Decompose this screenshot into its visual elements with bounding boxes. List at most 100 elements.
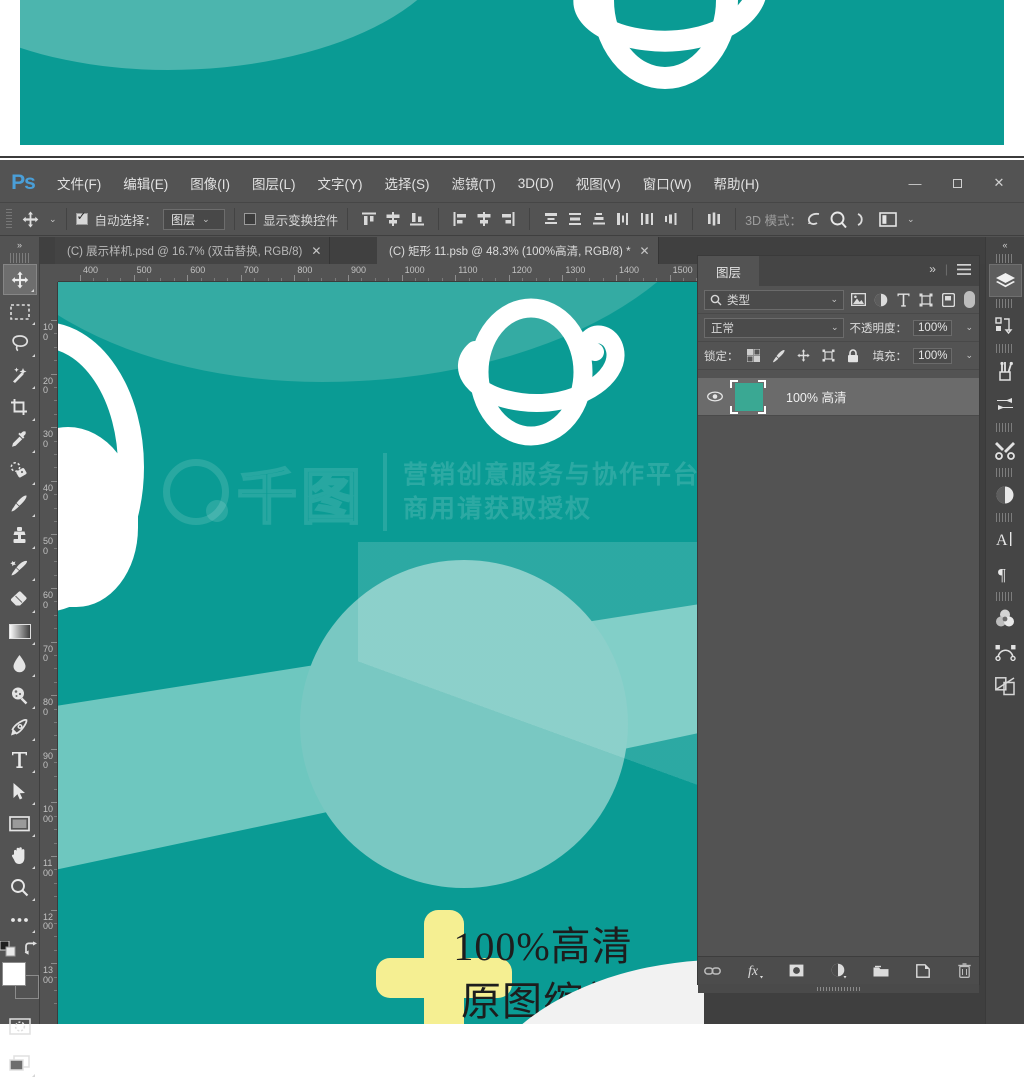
- menu-image[interactable]: 图像(I): [179, 169, 241, 197]
- crop-tool[interactable]: [3, 392, 37, 423]
- history-panel-icon[interactable]: [989, 309, 1022, 342]
- menu-select[interactable]: 选择(S): [374, 169, 441, 197]
- show-transform-controls-checkbox[interactable]: [244, 213, 257, 225]
- dock-grip[interactable]: [996, 423, 1014, 432]
- lock-artboard-nesting-icon[interactable]: [819, 346, 838, 365]
- type-tool[interactable]: [3, 744, 37, 775]
- layer-visibility-eye-icon[interactable]: [702, 391, 728, 402]
- quick-selection-tool[interactable]: [3, 360, 37, 391]
- brushes-panel-icon[interactable]: [989, 354, 1022, 387]
- minimize-button[interactable]: —: [894, 170, 936, 196]
- arrange-documents-icon[interactable]: [876, 207, 900, 231]
- menu-type[interactable]: 文字(Y): [307, 169, 374, 197]
- default-colors-icon[interactable]: [0, 941, 16, 957]
- menu-help[interactable]: 帮助(H): [702, 169, 770, 197]
- dodge-tool[interactable]: [3, 680, 37, 711]
- lock-all-icon[interactable]: [844, 346, 863, 365]
- close-button[interactable]: ✕: [978, 170, 1020, 196]
- brush-tool[interactable]: [3, 488, 37, 519]
- menu-window[interactable]: 窗口(W): [632, 169, 703, 197]
- layer-row[interactable]: 100% 高清: [698, 378, 979, 416]
- move-tool[interactable]: [2, 264, 37, 295]
- move-tool-icon[interactable]: [18, 207, 42, 231]
- layer-thumbnail[interactable]: [730, 379, 772, 414]
- history-brush-tool[interactable]: [3, 552, 37, 583]
- dock-collapse-button[interactable]: «: [986, 237, 1024, 252]
- toolbar-grip[interactable]: [10, 253, 29, 263]
- zoom-tool[interactable]: [3, 872, 37, 903]
- ruler-corner[interactable]: [40, 264, 58, 282]
- auto-align-layers-icon[interactable]: [702, 207, 726, 231]
- foreground-color-swatch[interactable]: [1, 962, 26, 986]
- layer-filter-kind-dropdown[interactable]: 类型 ⌄: [704, 289, 844, 310]
- new-group-icon[interactable]: [871, 961, 891, 981]
- dock-grip[interactable]: [996, 299, 1014, 308]
- blur-tool[interactable]: [3, 648, 37, 679]
- opacity-chevron-down-icon[interactable]: ⌄: [965, 322, 973, 333]
- close-icon[interactable]: ✕: [640, 244, 650, 258]
- align-vertical-centers-icon[interactable]: [381, 207, 405, 231]
- lasso-tool[interactable]: [3, 328, 37, 359]
- new-adjustment-layer-icon[interactable]: [829, 961, 849, 981]
- horizontal-ruler[interactable]: 400 500 600 700 800 900 1000 1100 1200 1300 1400 15…: [58, 264, 704, 282]
- delete-layer-icon[interactable]: [955, 961, 975, 981]
- blend-mode-dropdown[interactable]: 正常 ⌄: [704, 317, 844, 338]
- menu-edit[interactable]: 编辑(E): [112, 169, 179, 197]
- swap-colors-icon[interactable]: [24, 941, 40, 957]
- spot-healing-brush-tool[interactable]: [3, 456, 37, 487]
- pan-3d-icon[interactable]: [850, 207, 874, 231]
- orbit-3d-icon[interactable]: [802, 207, 826, 231]
- distribute-bottom-edges-icon[interactable]: [587, 207, 611, 231]
- distribute-vertical-centers-icon[interactable]: [563, 207, 587, 231]
- adjustments-panel-icon[interactable]: [989, 478, 1022, 511]
- pixel-layer-filter-icon[interactable]: [850, 290, 867, 310]
- distribute-right-edges-icon[interactable]: [659, 207, 683, 231]
- quick-mask-mode-button[interactable]: [3, 1011, 37, 1042]
- dock-grip[interactable]: [996, 513, 1014, 522]
- toolbar-collapse-button[interactable]: »: [0, 237, 39, 253]
- align-left-edges-icon[interactable]: [448, 207, 472, 231]
- layers-panel-resize-grip[interactable]: [698, 984, 979, 993]
- align-top-edges-icon[interactable]: [357, 207, 381, 231]
- document-tab-2[interactable]: (C) 矩形 11.psb @ 48.3% (100%高清, RGB/8) * …: [377, 237, 659, 264]
- add-layer-mask-icon[interactable]: [787, 961, 807, 981]
- document-tab-1[interactable]: (C) 展示样机.psd @ 16.7% (双击替换, RGB/8) ✕: [55, 237, 331, 264]
- tool-preset-caret[interactable]: ⌄: [49, 214, 57, 225]
- align-horizontal-centers-icon[interactable]: [472, 207, 496, 231]
- color-swatches[interactable]: [1, 961, 39, 1003]
- character-panel-icon[interactable]: A: [989, 523, 1022, 556]
- auto-select-checkbox[interactable]: [75, 209, 88, 225]
- smart-object-filter-icon[interactable]: [941, 290, 958, 310]
- auto-select-target-dropdown[interactable]: 图层 ⌄: [163, 208, 226, 230]
- dock-grip[interactable]: [996, 344, 1014, 353]
- brush-settings-panel-icon[interactable]: [989, 388, 1022, 421]
- libraries-panel-icon[interactable]: [989, 670, 1022, 703]
- paths-panel-icon[interactable]: [989, 636, 1022, 669]
- link-layers-icon[interactable]: [703, 961, 723, 981]
- tab-layers[interactable]: 图层: [698, 256, 760, 286]
- maximize-button[interactable]: [936, 170, 978, 196]
- tool-presets-panel-icon[interactable]: [989, 433, 1022, 466]
- menu-file[interactable]: 文件(F): [46, 169, 112, 197]
- align-right-edges-icon[interactable]: [496, 207, 520, 231]
- paragraph-panel-icon[interactable]: ¶: [989, 557, 1022, 590]
- fill-chevron-down-icon[interactable]: ⌄: [965, 350, 973, 361]
- panel-menu-icon[interactable]: [957, 263, 971, 275]
- pen-tool[interactable]: [3, 712, 37, 743]
- color-panel-icon[interactable]: [989, 602, 1022, 635]
- options-bar-grip[interactable]: [6, 209, 12, 229]
- gradient-tool[interactable]: [3, 616, 37, 647]
- distribute-top-edges-icon[interactable]: [539, 207, 563, 231]
- document-canvas[interactable]: 千图 营销创意服务与协作平台 商用请获取授权 100%高清 原图缩放: [58, 282, 704, 1024]
- eyedropper-tool[interactable]: [3, 424, 37, 455]
- align-bottom-edges-icon[interactable]: [405, 207, 429, 231]
- lock-image-pixels-icon[interactable]: [769, 346, 788, 365]
- dock-grip[interactable]: [996, 592, 1014, 601]
- rectangular-marquee-tool[interactable]: [3, 296, 37, 327]
- screen-mode-button[interactable]: [3, 1048, 37, 1079]
- edit-toolbar-tool[interactable]: [3, 904, 37, 935]
- layers-list[interactable]: 100% 高清: [698, 378, 979, 942]
- arrange-caret[interactable]: ⌄: [907, 214, 915, 225]
- shape-layer-filter-icon[interactable]: [918, 290, 935, 310]
- clone-stamp-tool[interactable]: [3, 520, 37, 551]
